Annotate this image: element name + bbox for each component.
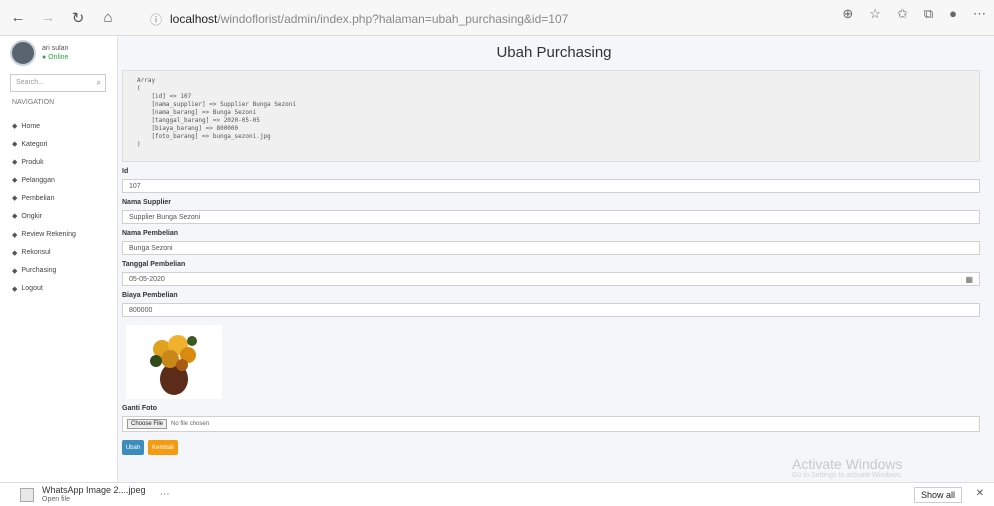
back-button[interactable]: Kembali (148, 440, 178, 455)
image-file-icon (20, 487, 34, 502)
supplier-field[interactable]: Supplier Bunga Sezoni (122, 210, 980, 224)
address-host: localhost (170, 12, 218, 26)
sidebar-item-purchasing[interactable]: ◆ Purchasing (12, 263, 76, 279)
back-icon[interactable]: ← (6, 6, 30, 30)
field-value: 800000 (129, 307, 153, 314)
box-icon: ◆ (12, 267, 18, 275)
sidebar-item-ongkir[interactable]: ◆ Ongkir (12, 208, 76, 224)
form-group-biaya: Biaya Pembelian 800000 (122, 292, 986, 317)
zoom-icon[interactable]: ⊕ (842, 6, 853, 22)
logout-icon: ◆ (12, 285, 18, 293)
address-path: /windoflorist/admin/index.php?halaman=ub… (217, 12, 569, 26)
sidebar-item-label: Review Rekening (21, 231, 76, 239)
form-group-nama: Nama Pembelian Bunga Sezoni (122, 230, 986, 255)
sidebar-item-label: Pembelian (21, 194, 55, 202)
sidebar: ari sulan ● Online Search... ⌕ NAVIGATIO… (0, 36, 118, 482)
nav-header: NAVIGATION (12, 99, 55, 106)
sidebar-item-pelanggan[interactable]: ◆ Pelanggan (12, 172, 76, 188)
sidebar-menu: ◆ Home ◆ Kategori ◆ Produk ◆ Pelanggan ◆ Pemb… (12, 118, 76, 299)
field-label: Ganti Foto (122, 405, 157, 412)
sidebar-item-review-rekening[interactable]: ◆ Review Rekening (12, 227, 76, 243)
save-button[interactable]: Ubah (122, 440, 144, 455)
user-icon: ◆ (12, 177, 18, 185)
sidebar-item-label: Home (21, 122, 41, 130)
field-value: 107 (129, 183, 141, 190)
sidebar-item-label: Logout (21, 285, 43, 293)
sidebar-item-rekonsul[interactable]: ◆ Rekonsul (12, 245, 76, 261)
file-input[interactable]: Choose File No file chosen (122, 416, 980, 432)
sidebar-item-pembelian[interactable]: ◆ Pembelian (12, 190, 76, 206)
product-icon: ◆ (12, 159, 18, 167)
sidebar-item-home[interactable]: ◆ Home (12, 118, 76, 134)
calendar-icon[interactable]: ▦ (965, 275, 973, 284)
user-panel: ari sulan ● Online (10, 40, 68, 66)
nama-pembelian-field[interactable]: Bunga Sezoni (122, 241, 980, 255)
sidebar-item-label: Pelanggan (21, 176, 55, 184)
field-label: Tanggal Pembelian (122, 261, 186, 268)
choose-file-button[interactable]: Choose File (127, 419, 168, 429)
avatar (10, 40, 36, 66)
search-icon[interactable]: ⌕ (97, 78, 101, 88)
tag-icon: ◆ (12, 141, 18, 149)
field-label: Nama Pembelian (122, 230, 179, 237)
download-more-icon[interactable]: ⋯ (160, 489, 170, 500)
field-label: Nama Supplier (122, 199, 172, 206)
sidebar-item-label: Kategori (21, 140, 48, 148)
user-status: ● Online (42, 54, 69, 61)
info-icon[interactable]: ⓘ (150, 11, 162, 28)
forward-icon[interactable]: → (36, 6, 60, 30)
activation-watermark: Activate Windows (792, 456, 903, 472)
product-photo (126, 325, 222, 399)
cart-icon: ◆ (12, 195, 18, 203)
address-bar[interactable]: ⓘ localhost /windoflorist/admin/index.ph… (150, 8, 780, 30)
field-label: Biaya Pembelian (122, 292, 178, 299)
download-file-name: WhatsApp Image 2....jpeg (42, 484, 146, 495)
sidebar-item-label: Purchasing (21, 267, 57, 275)
debug-output: Array ( [id] => 107 [nama_supplier] => S… (122, 70, 980, 162)
form-group-supplier: Nama Supplier Supplier Bunga Sezoni (122, 199, 986, 224)
tanggal-field[interactable]: 05-05-2020 ▦ (122, 272, 980, 286)
form-actions: Ubah Kembali (122, 440, 986, 455)
download-file-status: Open file (42, 495, 71, 503)
favorites-icon[interactable]: ✩ (897, 6, 908, 22)
user-name: ari sulan (42, 45, 69, 52)
truck-icon: ◆ (12, 213, 18, 221)
chat-icon: ◆ (12, 249, 18, 257)
field-value: Supplier Bunga Sezoni (129, 214, 201, 221)
form-group-id: Id 107 (122, 168, 986, 193)
search-placeholder: Search... (16, 79, 45, 86)
sidebar-item-kategori[interactable]: ◆ Kategori (12, 136, 76, 152)
download-item[interactable]: WhatsApp Image 2....jpeg Open file (42, 485, 146, 505)
sidebar-item-label: Rekonsul (21, 249, 51, 257)
field-value: Bunga Sezoni (129, 245, 173, 252)
page-title: Ubah Purchasing (496, 44, 612, 61)
downloads-bar: WhatsApp Image 2....jpeg Open file ⋯ Sho… (0, 482, 994, 506)
main-content: Ubah Purchasing Array ( [id] => 107 [nam… (122, 40, 986, 482)
show-all-button[interactable]: Show all (913, 487, 962, 503)
sidebar-item-label: Ongkir (21, 212, 43, 220)
reload-icon[interactable]: ↻ (66, 6, 90, 30)
home-icon[interactable]: ⌂ (96, 6, 120, 30)
activation-watermark-subtitle: Go to Settings to activate Windows. (792, 472, 903, 479)
id-field[interactable]: 107 (122, 179, 980, 193)
sidebar-item-produk[interactable]: ◆ Produk (12, 154, 76, 170)
close-icon[interactable]: ✕ (976, 488, 984, 499)
star-icon[interactable]: ☆ (869, 6, 881, 22)
sidebar-item-logout[interactable]: ◆ Logout (12, 281, 76, 297)
sidebar-item-label: Produk (21, 158, 44, 166)
collections-icon[interactable]: ⧉ (924, 6, 933, 22)
browser-toolbar: ← → ↻ ⌂ ⓘ localhost /windoflorist/admin/… (0, 0, 994, 36)
field-value: 05-05-2020 (129, 276, 165, 283)
profile-icon[interactable]: ● (949, 6, 957, 22)
form-group-foto: Ganti Foto Choose File No file chosen (122, 405, 986, 432)
home-icon: ◆ (12, 123, 18, 130)
file-status: No file chosen (171, 421, 210, 427)
field-label: Id (122, 168, 129, 175)
wallet-icon: ◆ (12, 231, 18, 239)
form-group-tanggal: Tanggal Pembelian 05-05-2020 ▦ (122, 261, 986, 286)
biaya-field[interactable]: 800000 (122, 303, 980, 317)
more-icon[interactable]: ⋯ (973, 6, 986, 22)
search-input[interactable]: Search... ⌕ (10, 74, 106, 92)
